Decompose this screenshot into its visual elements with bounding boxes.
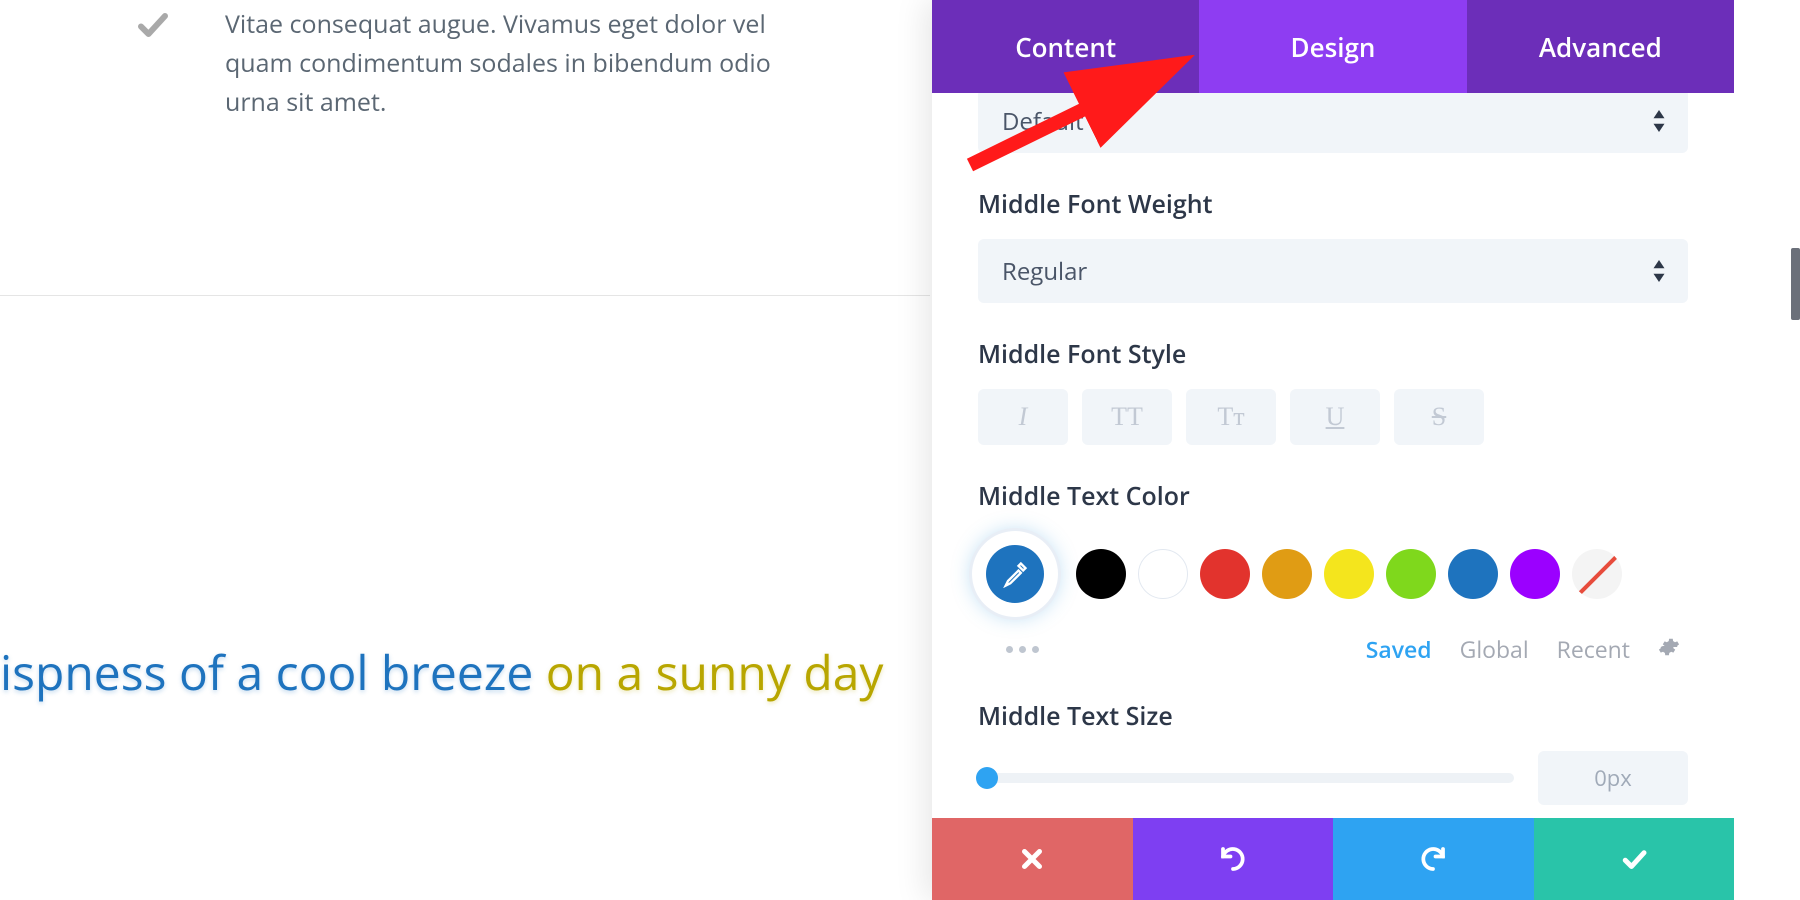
preview-text-yellow: on a sunny day xyxy=(533,640,883,705)
text-preview: ispness of a cool breeze on a sunny day xyxy=(0,640,883,705)
sort-arrows-icon xyxy=(1652,110,1666,132)
settings-panel: Content Design Advanced Default Middle F… xyxy=(932,0,1734,900)
section-divider xyxy=(0,295,930,296)
sort-arrows-icon xyxy=(1652,260,1666,282)
swatch-blue[interactable] xyxy=(1448,549,1498,599)
color-settings-button[interactable] xyxy=(1658,633,1680,665)
more-dots-icon[interactable] xyxy=(1006,646,1039,653)
confirm-button[interactable] xyxy=(1534,818,1735,900)
font-weight-label: Middle Font Weight xyxy=(978,187,1688,221)
smallcaps-button[interactable]: Tᴛ xyxy=(1186,389,1276,445)
slider-thumb[interactable] xyxy=(976,767,998,789)
color-picker-button[interactable] xyxy=(972,531,1058,617)
swatch-black[interactable] xyxy=(1076,549,1126,599)
font-style-label: Middle Font Style xyxy=(978,337,1688,371)
check-icon xyxy=(135,7,175,47)
italic-button[interactable]: I xyxy=(978,389,1068,445)
panel-tabs: Content Design Advanced xyxy=(932,0,1734,93)
undo-button[interactable] xyxy=(1133,818,1334,900)
swatch-purple[interactable] xyxy=(1510,549,1560,599)
color-tab-recent[interactable]: Recent xyxy=(1557,633,1630,665)
redo-icon xyxy=(1418,844,1448,874)
close-button[interactable] xyxy=(932,818,1133,900)
text-size-label: Middle Text Size xyxy=(978,699,1688,733)
color-tab-global[interactable]: Global xyxy=(1460,633,1529,665)
swatch-red[interactable] xyxy=(1200,549,1250,599)
text-size-slider[interactable] xyxy=(978,773,1514,783)
tab-content[interactable]: Content xyxy=(932,0,1199,93)
color-tab-saved[interactable]: Saved xyxy=(1366,633,1432,665)
top-dropdown-value: Default xyxy=(1002,105,1084,138)
text-color-label: Middle Text Color xyxy=(978,479,1688,513)
check-icon xyxy=(1619,844,1649,874)
swatch-green[interactable] xyxy=(1386,549,1436,599)
page-gutter xyxy=(1734,0,1800,900)
swatch-orange[interactable] xyxy=(1262,549,1312,599)
gear-icon xyxy=(1658,636,1680,658)
undo-icon xyxy=(1218,844,1248,874)
uppercase-button[interactable]: TT xyxy=(1082,389,1172,445)
underline-button[interactable]: U xyxy=(1290,389,1380,445)
tab-design[interactable]: Design xyxy=(1199,0,1466,93)
preview-text-blue: ispness of a cool breeze xyxy=(0,640,533,705)
eyedropper-icon xyxy=(1001,560,1029,588)
scrollbar-thumb[interactable] xyxy=(1791,248,1800,320)
panel-footer xyxy=(932,818,1734,900)
font-weight-value: Regular xyxy=(1002,255,1087,288)
font-weight-dropdown[interactable]: Regular xyxy=(978,239,1688,303)
list-text: Vitae consequat augue. Vivamus eget dolo… xyxy=(225,5,805,121)
swatch-none[interactable] xyxy=(1572,549,1622,599)
swatch-white[interactable] xyxy=(1138,549,1188,599)
canvas-preview: Vitae consequat augue. Vivamus eget dolo… xyxy=(0,0,930,900)
close-icon xyxy=(1017,844,1047,874)
tab-advanced[interactable]: Advanced xyxy=(1467,0,1734,93)
redo-button[interactable] xyxy=(1333,818,1534,900)
list-item: Vitae consequat augue. Vivamus eget dolo… xyxy=(135,5,805,121)
top-dropdown[interactable]: Default xyxy=(978,93,1688,153)
text-size-input[interactable]: 0px xyxy=(1538,751,1688,805)
strikethrough-button[interactable]: S xyxy=(1394,389,1484,445)
swatch-yellow[interactable] xyxy=(1324,549,1374,599)
